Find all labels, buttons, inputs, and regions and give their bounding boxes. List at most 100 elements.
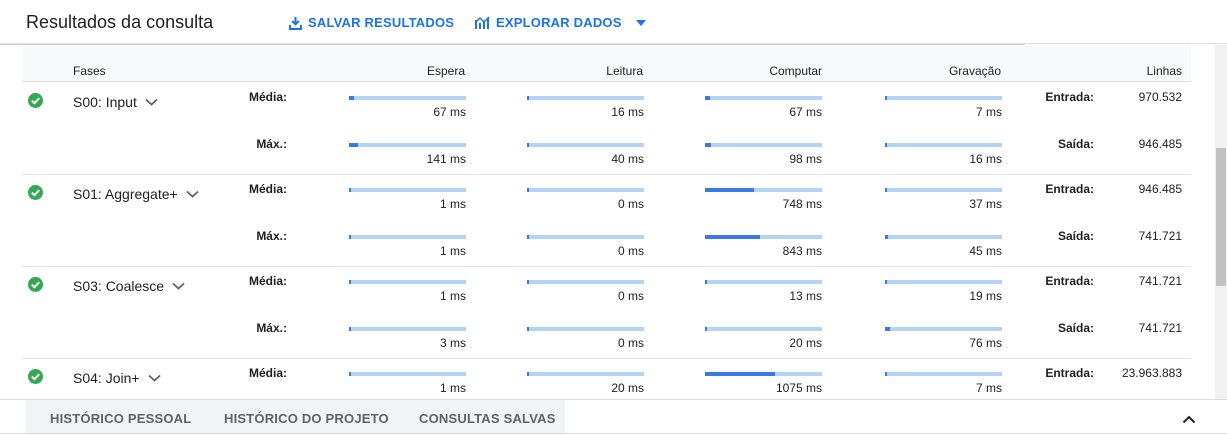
timing-value: 7 ms xyxy=(975,381,1002,395)
timing-bar xyxy=(705,372,822,376)
stage-row: S00: Input Média: 67 ms 16 ms 67 ms 7 ms Máx.:… xyxy=(22,83,1191,175)
rows-output-value: 946.485 xyxy=(1138,137,1182,151)
results-header: Resultados da consulta SALVAR RESULTADOS… xyxy=(0,0,1227,44)
download-icon xyxy=(289,16,302,30)
execution-details-panel[interactable]: Fases Espera Leitura Computar Gravação L… xyxy=(0,45,1215,399)
timing-bar-fill xyxy=(885,96,887,100)
timing-bar xyxy=(885,96,1002,100)
timing-bar-fill xyxy=(705,96,710,100)
rows-input-label: Entrada: xyxy=(1045,274,1094,288)
timing-value: 1 ms xyxy=(439,197,466,211)
rows-output-label: Saída: xyxy=(1057,229,1094,243)
timing-bar xyxy=(349,280,466,284)
espera-avg-cell: 1 ms xyxy=(349,368,466,398)
espera-max-cell: 141 ms xyxy=(349,139,466,169)
timing-bar-fill xyxy=(705,280,707,284)
timing-bar-fill xyxy=(885,235,888,239)
tab-personal-history[interactable]: HISTÓRICO PESSOAL xyxy=(50,411,191,426)
rows-input-label: Entrada: xyxy=(1045,90,1094,104)
timing-bar xyxy=(349,235,466,239)
timing-bar xyxy=(527,372,644,376)
gravacao-max-cell: 16 ms xyxy=(885,139,1002,169)
gravacao-avg-cell: 7 ms xyxy=(885,92,1002,122)
timing-value: 40 ms xyxy=(611,152,644,166)
timing-bar xyxy=(885,372,1002,376)
page-title: Resultados da consulta xyxy=(26,12,214,32)
timing-value: 843 ms xyxy=(782,244,822,258)
timing-value: 1 ms xyxy=(439,381,466,395)
timing-value: 141 ms xyxy=(426,152,466,166)
computar-avg-cell: 748 ms xyxy=(705,184,822,214)
explore-data-button[interactable]: EXPLORAR DADOS xyxy=(475,15,646,30)
timing-bar-fill xyxy=(349,280,351,284)
save-results-button[interactable]: SALVAR RESULTADOS xyxy=(289,15,454,30)
timing-bar-fill xyxy=(349,372,351,376)
computar-avg-cell: 1075 ms xyxy=(705,368,822,398)
timing-value: 98 ms xyxy=(789,152,822,166)
timing-bar xyxy=(885,188,1002,192)
timing-value: 20 ms xyxy=(611,381,644,395)
timing-bar xyxy=(527,143,644,147)
timing-bar xyxy=(885,143,1002,147)
timing-bar xyxy=(885,280,1002,284)
computar-max-cell: 843 ms xyxy=(705,231,822,261)
timing-value: 45 ms xyxy=(969,244,1002,258)
gravacao-avg-cell: 7 ms xyxy=(885,368,1002,398)
rows-input-value: 741.721 xyxy=(1138,274,1182,288)
col-linhas: Linhas xyxy=(1146,64,1182,78)
timing-bar xyxy=(705,327,822,331)
leitura-avg-cell: 0 ms xyxy=(527,276,644,306)
row-label-average: Média: xyxy=(248,182,287,196)
timing-bar-fill xyxy=(885,372,887,376)
timing-bar xyxy=(349,327,466,331)
timing-value: 20 ms xyxy=(789,336,822,350)
timing-bar-fill xyxy=(527,280,529,284)
timing-value: 37 ms xyxy=(969,197,1002,211)
espera-avg-cell: 67 ms xyxy=(349,92,466,122)
timing-bar xyxy=(527,327,644,331)
timing-bar-fill xyxy=(349,327,351,331)
collapse-panel-button[interactable] xyxy=(1182,411,1196,429)
timing-value: 0 ms xyxy=(617,197,644,211)
computar-avg-cell: 67 ms xyxy=(705,92,822,122)
timing-value: 1075 ms xyxy=(775,381,822,395)
timing-value: 76 ms xyxy=(969,336,1002,350)
timing-bar-fill xyxy=(885,280,887,284)
timing-value: 13 ms xyxy=(789,289,822,303)
row-label-average: Média: xyxy=(248,366,287,380)
stage-row: S04: Join+ Média: 1 ms 20 ms 1075 ms 7 ms Entr… xyxy=(22,359,1191,399)
tab-saved-queries[interactable]: CONSULTAS SALVAS xyxy=(419,411,556,426)
espera-max-cell: 3 ms xyxy=(349,323,466,353)
timing-bar xyxy=(885,235,1002,239)
timing-bar-fill xyxy=(349,143,358,147)
timing-bar xyxy=(527,280,644,284)
row-label-average: Média: xyxy=(248,90,287,104)
timing-bar-fill xyxy=(527,96,529,100)
rows-input-value: 946.485 xyxy=(1138,182,1182,196)
timing-bar xyxy=(349,143,466,147)
timing-value: 1 ms xyxy=(439,289,466,303)
stage-row: S03: Coalesce Média: 1 ms 0 ms 13 ms 19 ms Máx… xyxy=(22,267,1191,359)
rows-output-value: 741.721 xyxy=(1138,229,1182,243)
timing-bar-fill xyxy=(349,188,351,192)
row-label-max: Máx.: xyxy=(256,229,287,243)
leitura-max-cell: 0 ms xyxy=(527,323,644,353)
timing-bar-fill xyxy=(705,372,775,376)
timing-bar xyxy=(349,372,466,376)
col-computar: Computar xyxy=(769,64,822,78)
tab-project-history[interactable]: HISTÓRICO DO PROJETO xyxy=(224,411,389,426)
leitura-avg-cell: 20 ms xyxy=(527,368,644,398)
stage-row: S01: Aggregate+ Média: 1 ms 0 ms 748 ms 37 ms… xyxy=(22,175,1191,267)
row-label-max: Máx.: xyxy=(256,137,287,151)
rows-input-label: Entrada: xyxy=(1045,182,1094,196)
timing-value: 748 ms xyxy=(782,197,822,211)
leitura-max-cell: 40 ms xyxy=(527,139,644,169)
timing-bar-fill xyxy=(885,188,887,192)
computar-max-cell: 98 ms xyxy=(705,139,822,169)
timing-bar-fill xyxy=(349,96,354,100)
timing-value: 3 ms xyxy=(439,336,466,350)
timing-value: 16 ms xyxy=(611,105,644,119)
timing-value: 19 ms xyxy=(969,289,1002,303)
scrollbar-thumb[interactable] xyxy=(1216,148,1226,286)
bottom-divider xyxy=(0,433,1227,434)
